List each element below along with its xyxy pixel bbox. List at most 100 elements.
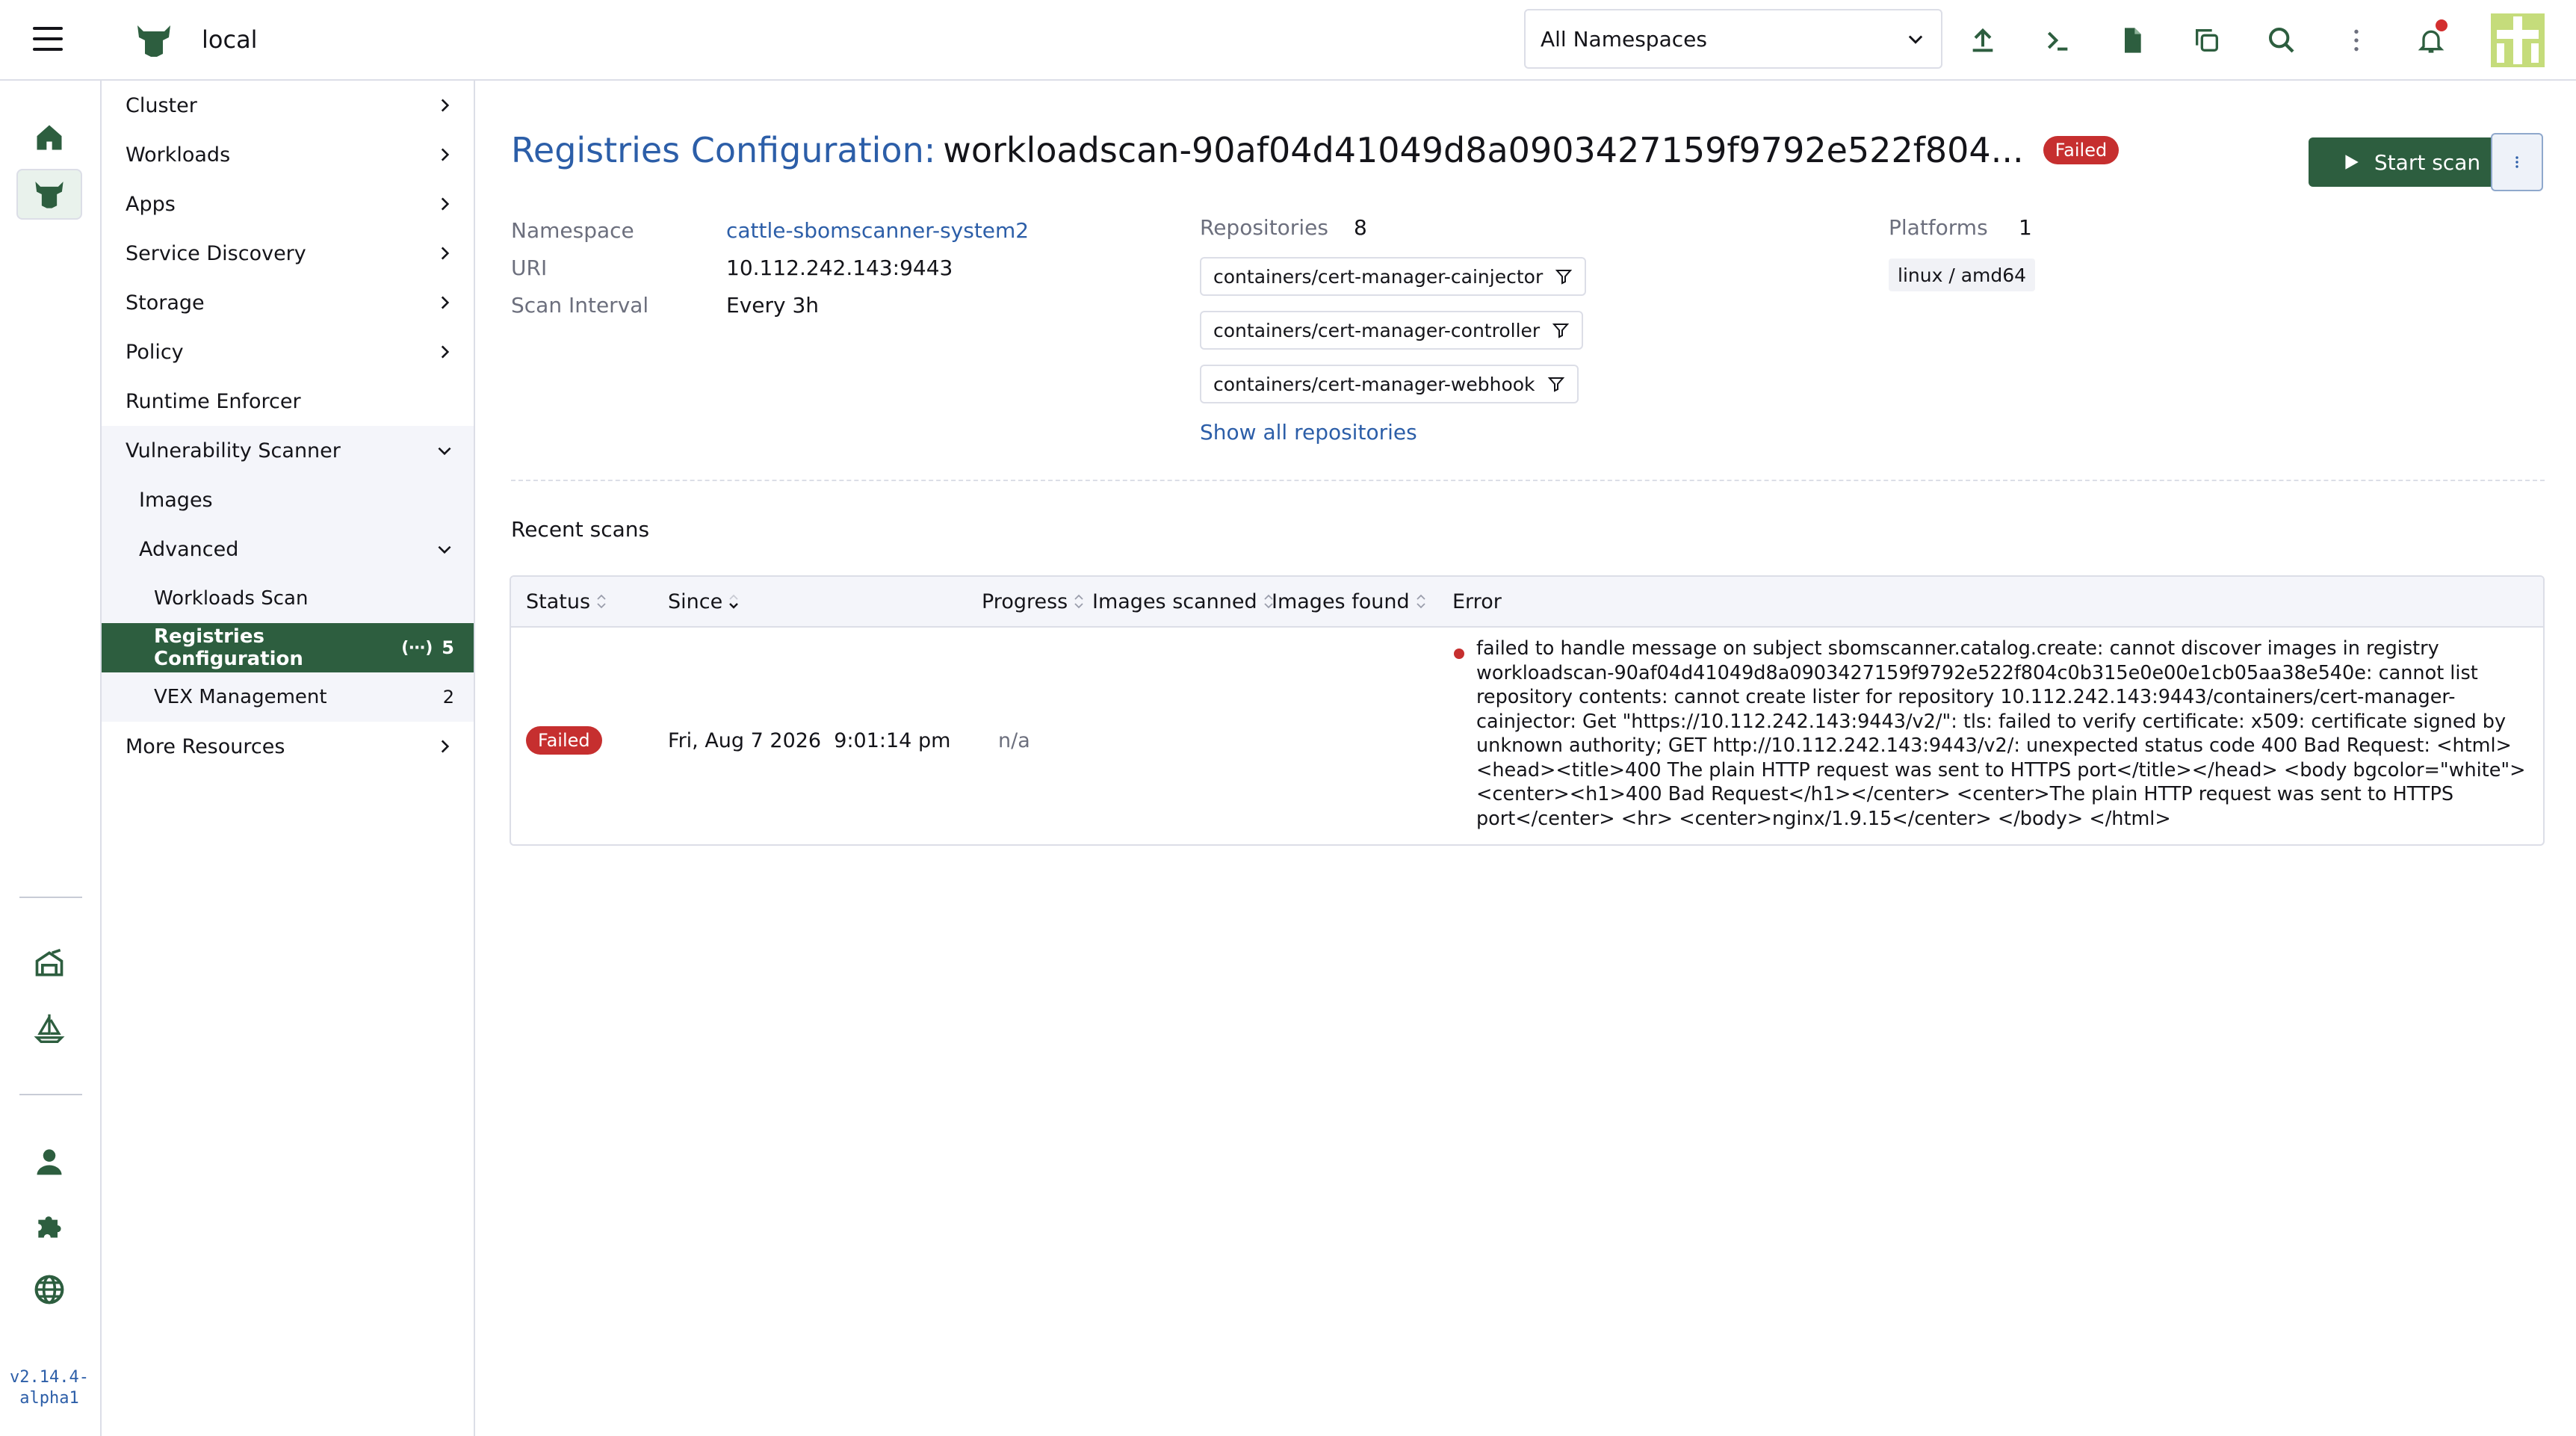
chevron-right-icon <box>441 296 450 309</box>
extensions-button[interactable] <box>16 1200 82 1251</box>
download-kubeconfig-button[interactable] <box>2114 22 2150 58</box>
copy-icon <box>2196 29 2218 52</box>
chevron-right-icon <box>441 247 450 260</box>
notifications-button[interactable] <box>2413 19 2449 58</box>
nav-label: Runtime Enforcer <box>126 389 301 413</box>
namespace-select[interactable]: All Namespaces <box>1524 9 1942 69</box>
column-error: Error <box>1452 577 1502 626</box>
filter-icon[interactable] <box>1552 321 1570 339</box>
extensions-icon <box>38 1216 61 1238</box>
platform-name: linux / amd64 <box>1898 264 2027 286</box>
nav-count: (⋯) 5 <box>401 637 454 658</box>
menu-icon[interactable] <box>33 27 63 51</box>
sailboat-icon <box>34 1014 65 1043</box>
nav-count-value: 2 <box>442 687 454 708</box>
apps-launcher-button[interactable] <box>16 1003 82 1053</box>
more-actions-button[interactable] <box>2338 22 2374 58</box>
nav-policy[interactable]: Policy <box>102 327 474 377</box>
nav-label: Workloads <box>126 143 231 167</box>
repository-name: containers/cert-manager-webhook <box>1213 373 1535 395</box>
version-label[interactable]: v2.14.4-alpha1 <box>0 1367 99 1409</box>
filter-icon[interactable] <box>1547 375 1565 393</box>
start-scan-label: Start scan <box>2374 149 2481 175</box>
kubectl-shell-button[interactable] <box>2040 22 2075 58</box>
rail-divider <box>19 897 82 898</box>
uri-value: 10.112.242.143:9443 <box>726 256 953 280</box>
recent-scans-title: Recent scans <box>511 517 650 542</box>
nav-runtime-enforcer[interactable]: Runtime Enforcer <box>102 377 474 426</box>
nav-vulnerability-scanner[interactable]: Vulnerability Scanner <box>102 426 474 475</box>
left-rail: v2.14.4-alpha1 <box>0 81 102 1436</box>
nav-workloads[interactable]: Workloads <box>102 130 474 179</box>
continuous-delivery-button[interactable] <box>16 938 82 989</box>
namespaced-icon: (⋯) <box>401 638 433 657</box>
filter-icon[interactable] <box>1555 267 1573 285</box>
notification-dot <box>2436 19 2447 31</box>
column-label: Since <box>668 589 723 613</box>
platforms-label: Platforms <box>1889 215 1988 240</box>
column-images-found[interactable]: Images found <box>1272 577 1428 626</box>
nav-more-resources[interactable]: More Resources <box>102 722 474 771</box>
namespace-link[interactable]: cattle-sbomscanner-system2 <box>726 218 1029 243</box>
cluster-icon <box>35 182 64 208</box>
repositories-label: Repositories <box>1200 215 1328 240</box>
column-label: Status <box>526 589 591 613</box>
nav-service-discovery[interactable]: Service Discovery <box>102 229 474 278</box>
users-button[interactable] <box>16 1136 82 1186</box>
side-nav: Cluster Workloads Apps Service Discovery… <box>102 81 475 1436</box>
user-icon <box>37 1149 62 1175</box>
column-images-scanned[interactable]: Images scanned <box>1092 577 1275 626</box>
column-since[interactable]: Since <box>668 577 740 626</box>
page-title-type-link[interactable]: Registries Configuration: <box>511 130 935 170</box>
upload-button[interactable] <box>1965 22 2001 58</box>
repositories-count: 8 <box>1354 215 1367 240</box>
cluster-name[interactable]: local <box>202 25 258 54</box>
recent-scans-table: Status Since Progress Images scanned Ima… <box>510 575 2545 846</box>
main-content: Registries Configuration: workloadscan-9… <box>475 81 2576 1436</box>
nav-label: More Resources <box>126 734 285 758</box>
chevron-down-icon <box>438 545 451 554</box>
sort-down-icon <box>729 594 739 609</box>
nav-registries-configuration[interactable]: Registries Configuration (⋯) 5 <box>102 623 474 672</box>
avatar[interactable] <box>2491 13 2545 67</box>
resource-actions-button[interactable] <box>2491 133 2543 191</box>
progress-cell: n/a <box>998 729 1030 752</box>
since-cell: Fri, Aug 7 2026 9:01:14 pm <box>668 729 951 752</box>
sort-icon <box>597 594 606 609</box>
file-icon <box>2125 28 2141 53</box>
repository-chip[interactable]: containers/cert-manager-controller <box>1200 311 1584 350</box>
uri-label: URI <box>511 256 548 280</box>
nav-cluster[interactable]: Cluster <box>102 81 474 130</box>
show-all-repositories-link[interactable]: Show all repositories <box>1200 420 1417 445</box>
nav-storage[interactable]: Storage <box>102 278 474 327</box>
home-button[interactable] <box>16 112 82 163</box>
column-label: Images scanned <box>1092 589 1257 613</box>
nav-images[interactable]: Images <box>102 475 474 524</box>
repository-chip[interactable]: containers/cert-manager-cainjector <box>1200 257 1587 296</box>
nav-count-value: 5 <box>442 637 454 658</box>
nav-label: Advanced <box>139 537 239 561</box>
page-title: Registries Configuration: workloadscan-9… <box>511 130 2120 170</box>
chevron-down-icon <box>438 447 451 456</box>
nav-apps[interactable]: Apps <box>102 179 474 229</box>
global-settings-button[interactable] <box>16 1264 82 1315</box>
nav-vex-management[interactable]: VEX Management 2 <box>102 672 474 722</box>
platforms-count: 1 <box>2019 215 2032 240</box>
nav-workloads-scan[interactable]: Workloads Scan <box>102 574 474 623</box>
nav-label: Storage <box>126 291 205 315</box>
start-scan-button[interactable]: Start scan <box>2309 137 2513 187</box>
repository-name: containers/cert-manager-controller <box>1213 319 1541 341</box>
chevron-right-icon <box>441 148 450 161</box>
kebab-icon <box>2515 156 2518 168</box>
nav-advanced[interactable]: Advanced <box>102 524 474 574</box>
copy-kubeconfig-button[interactable] <box>2189 22 2225 58</box>
sort-icon <box>1074 594 1083 609</box>
search-button[interactable] <box>2264 22 2300 58</box>
cluster-local-button[interactable] <box>16 169 82 220</box>
column-progress[interactable]: Progress <box>982 577 1086 626</box>
error-status-icon <box>1454 649 1464 659</box>
column-label: Progress <box>982 589 1068 613</box>
column-status[interactable]: Status <box>526 577 608 626</box>
repository-chip[interactable]: containers/cert-manager-webhook <box>1200 365 1579 403</box>
status-badge: Failed <box>2043 136 2120 164</box>
